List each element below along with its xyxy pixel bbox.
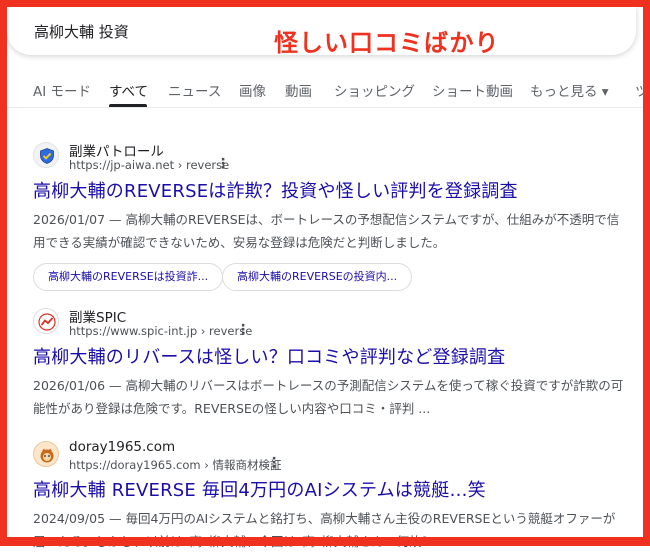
tab-news[interactable]: ニュース <box>168 80 221 100</box>
site-url[interactable]: https://www.spic-int.jp › reverse <box>69 324 252 338</box>
more-options-icon[interactable]: ⋮ <box>236 322 250 338</box>
result-title[interactable]: 高柳大輔 REVERSE 毎回4万円のAIシステムは競艇…笑 <box>33 476 486 502</box>
search-bar[interactable]: 高柳大輔 投資 怪しい口コミばかり <box>7 7 636 57</box>
result-title[interactable]: 高柳大輔のリバースは怪しい？口コミや評判など登録調査 <box>33 343 505 369</box>
tabs-divider <box>7 107 643 108</box>
tab-ai-mode[interactable]: AI モード <box>33 80 91 100</box>
tab-tools[interactable]: ツ <box>635 80 649 100</box>
site-name[interactable]: 副業パトロール <box>69 140 164 160</box>
related-chip[interactable]: 高柳大輔のREVERSEは投資詐... <box>33 263 224 291</box>
site-url[interactable]: https://jp-aiwa.net › reverse <box>69 158 229 172</box>
result-title[interactable]: 高柳大輔のREVERSEは詐欺？投資や怪しい評判を登録調査 <box>33 177 518 203</box>
tab-all[interactable]: すべて <box>109 80 148 100</box>
site-url[interactable]: https://doray1965.com › 情報商材検証 <box>69 457 282 473</box>
tab-shopping[interactable]: ショッピング <box>334 80 415 100</box>
related-chip[interactable]: 高柳大輔のREVERSEの投資内... <box>222 263 413 291</box>
search-input[interactable]: 高柳大輔 投資 <box>34 21 129 42</box>
result-snippet: 2026/01/07 — 高柳大輔のREVERSEは、ボートレースの予想配信シス… <box>33 212 620 250</box>
site-name[interactable]: 副業SPIC <box>69 306 126 326</box>
overlay-caption: 怪しい口コミばかり <box>274 29 500 57</box>
tab-short-videos[interactable]: ショート動画 <box>432 80 513 100</box>
more-options-icon[interactable]: ⋮ <box>216 156 230 172</box>
related-chips: 高柳大輔のREVERSEは投資詐... 高柳大輔のREVERSEの投資内... <box>33 263 633 293</box>
tab-images[interactable]: 画像 <box>239 80 266 100</box>
search-tabs: AI モード すべて ニュース 画像 動画 ショッピング ショート動画 もっと見… <box>33 80 650 110</box>
tab-more[interactable]: もっと見る ▾ <box>530 80 609 100</box>
tab-videos[interactable]: 動画 <box>285 80 312 100</box>
result-snippet: 2026/01/06 — 高柳大輔のリバースはボートレースの予測配信システムを使… <box>33 378 624 416</box>
shield-check-icon <box>33 142 59 168</box>
cartoon-avatar-icon <box>33 441 59 467</box>
more-options-icon[interactable]: ⋮ <box>267 455 281 471</box>
trend-line-icon <box>33 308 59 334</box>
result-snippet: 2024/09/05 — 毎回4万円のAIシステムと銘打ち、高柳大輔さん主役のR… <box>33 511 616 549</box>
site-name[interactable]: doray1965.com <box>69 439 175 455</box>
